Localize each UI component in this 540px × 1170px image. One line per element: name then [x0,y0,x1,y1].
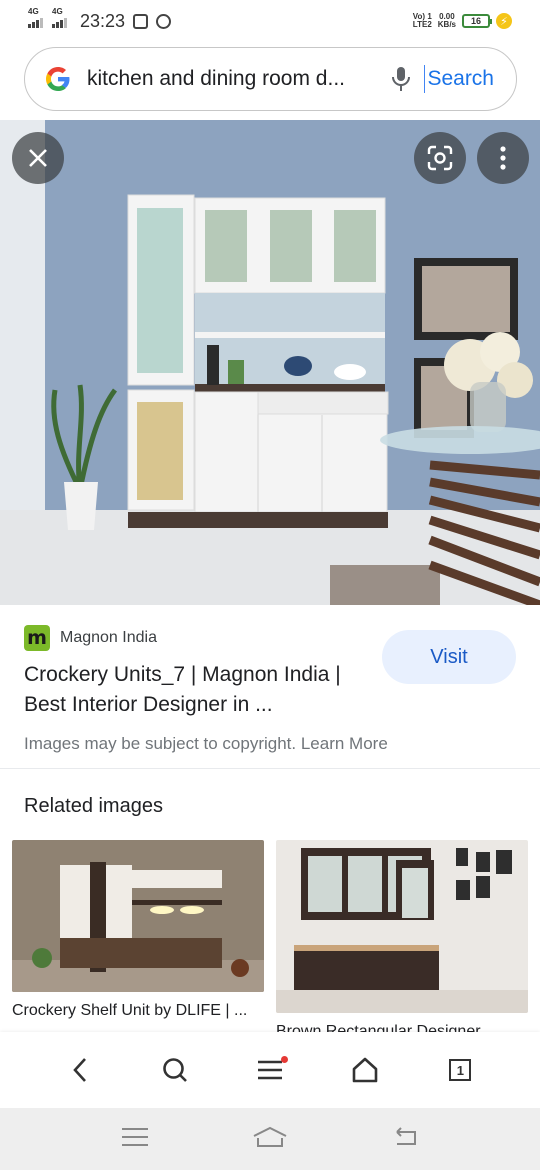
signal-icon: 4G [52,7,68,28]
menu-icon [122,1127,149,1146]
search-button[interactable]: Search [427,67,494,91]
more-vert-icon [500,146,506,170]
screenshot-icon [133,13,149,29]
signal-icon: 4G [28,7,44,28]
browser-bottom-nav: 1 [0,1032,540,1108]
related-caption[interactable]: Crockery Shelf Unit by DLIFE | ... [12,1002,264,1020]
site-favicon: m [24,625,50,651]
close-icon [29,149,47,167]
menu-icon [257,1060,282,1080]
tabs-button[interactable]: 1 [440,1050,480,1090]
network-speed: 0.00 KB/s [437,12,456,29]
source-info[interactable]: m Magnon India [24,625,157,651]
recent-apps-button[interactable] [121,1127,149,1152]
volte-indicator: Vo) 1 LTE2 [412,12,432,29]
copyright-notice[interactable]: Images may be subject to copyright. Lear… [24,734,388,754]
search-divider [424,65,426,93]
search-query[interactable]: kitchen and dining room d... [87,67,376,91]
divider [0,768,540,769]
clock: 23:23 [80,10,126,31]
home-icon [352,1057,378,1083]
back-arrow-icon [395,1126,416,1145]
visit-button[interactable]: Visit [382,630,516,684]
lens-button[interactable] [414,132,466,184]
system-nav-bar [0,1108,540,1170]
result-title[interactable]: Crockery Units_7 | Magnon India | Best I… [24,660,374,720]
microphone-icon[interactable] [390,66,412,92]
google-logo-icon [46,67,70,91]
close-button[interactable] [12,132,64,184]
menu-button[interactable] [250,1050,290,1090]
related-images-heading: Related images [24,795,163,817]
search-bar[interactable]: kitchen and dining room d... Search [24,47,517,111]
home-outline-icon [253,1126,287,1147]
related-image-card[interactable]: Crockery Shelf Unit by DLIFE | ... [12,840,264,1030]
notification-dot [280,1056,288,1063]
back-button[interactable] [60,1050,100,1090]
status-bar: 4G 4G 23:23 Vo) 1 LTE2 0.00 KB/s 16 ⚡ [0,0,540,42]
globe-icon [156,13,172,29]
result-image[interactable] [0,120,540,605]
related-image-card[interactable]: Brown Rectangular Designer ... [276,840,528,1040]
search-icon [162,1058,187,1082]
battery-icon: 16 [462,14,492,28]
tab-count: 1 [449,1059,472,1081]
home-button[interactable] [345,1050,385,1090]
charging-icon: ⚡ [496,13,512,29]
source-name[interactable]: Magnon India [60,629,157,647]
google-lens-icon [427,145,453,171]
related-thumbnail[interactable] [12,840,264,992]
more-options-button[interactable] [477,132,529,184]
search-nav-button[interactable] [155,1050,195,1090]
chevron-left-icon [72,1058,86,1082]
system-back-button[interactable] [391,1126,419,1153]
related-thumbnail[interactable] [276,840,528,1013]
system-home-button[interactable] [252,1126,288,1153]
